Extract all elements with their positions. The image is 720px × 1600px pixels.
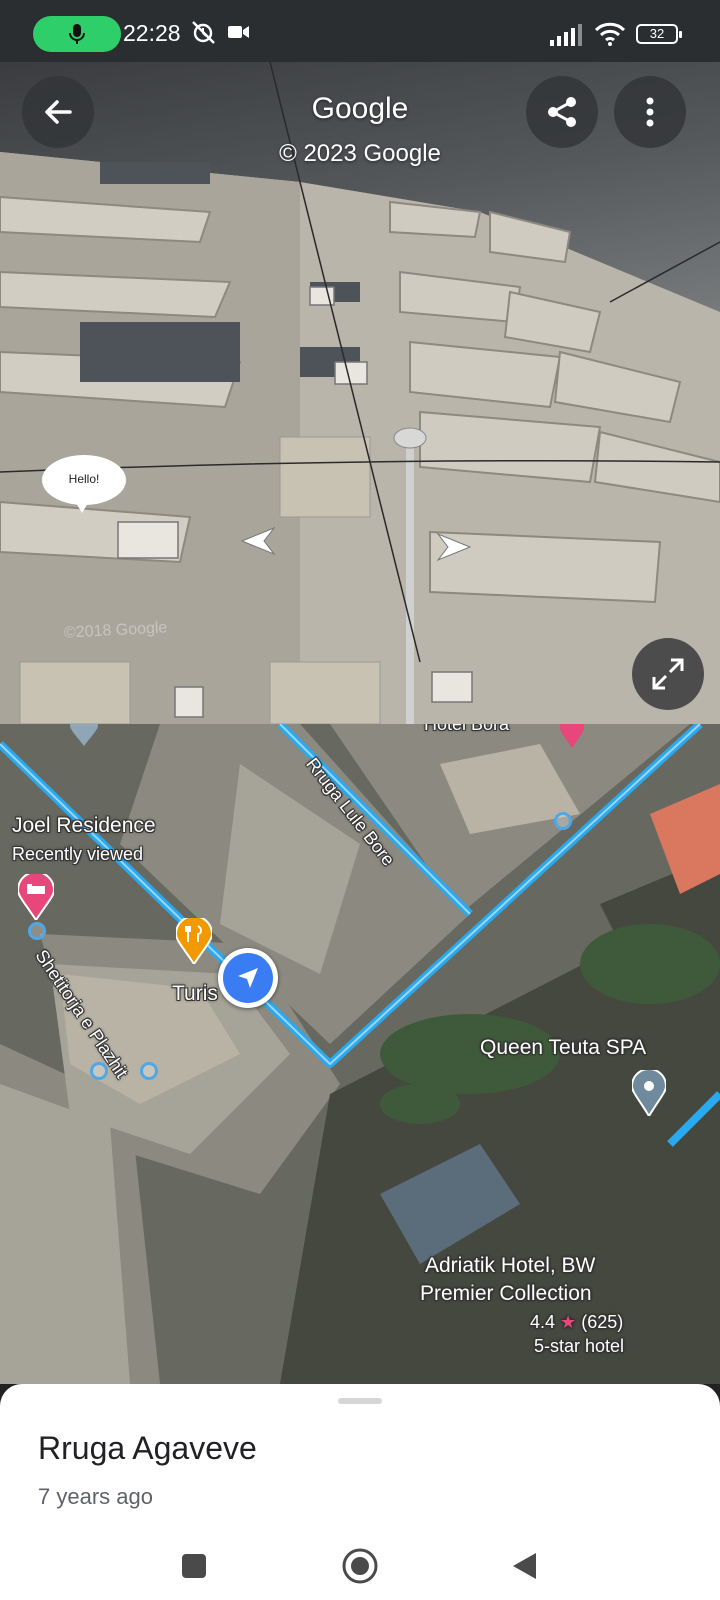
queen-teuta-spa-label[interactable]: Queen Teuta SPA (480, 1036, 646, 1060)
place-info-sheet[interactable]: Rruga Agaveve 7 years ago (0, 1384, 720, 1600)
hotel-pin-icon[interactable] (18, 874, 54, 920)
home-button[interactable] (336, 1542, 384, 1590)
system-navigation-bar (0, 1532, 720, 1600)
turis-label[interactable]: Turis (172, 982, 218, 1006)
mic-in-use-indicator[interactable] (33, 16, 121, 52)
capture-date: 7 years ago (38, 1484, 153, 1509)
alarm-off-icon (192, 21, 215, 44)
expand-icon (652, 658, 684, 690)
adriatik-rating: 4.4 ★ (625) (530, 1312, 623, 1333)
restaurant-pin-icon[interactable] (176, 918, 212, 964)
map-pin-icon[interactable] (632, 1070, 666, 1116)
map-pin-icon[interactable] (70, 724, 98, 746)
battery-icon: 32 (636, 24, 682, 44)
hotel-pin-icon[interactable] (560, 724, 584, 748)
recently-viewed-label: Recently viewed (12, 844, 144, 864)
share-icon (548, 97, 576, 127)
clock: 22:28 (123, 20, 181, 46)
adriatik-hotel-label[interactable]: Adriatik Hotel, BW (425, 1254, 595, 1278)
navigate-left-arrow[interactable] (236, 524, 280, 558)
share-button[interactable] (526, 76, 598, 148)
navigate-right-arrow[interactable] (432, 530, 476, 564)
drag-handle[interactable] (338, 1398, 382, 1404)
copyright-text: © 2023 Google (279, 140, 441, 167)
poi-marker[interactable] (90, 1062, 108, 1080)
recents-button[interactable] (170, 1542, 218, 1590)
more-vert-icon (646, 97, 654, 127)
signal-icon (550, 24, 582, 46)
adriatik-category: 5-star hotel (534, 1336, 625, 1356)
recents-square-icon (182, 1554, 206, 1578)
current-location-marker[interactable] (218, 948, 278, 1008)
street-view-panorama[interactable]: Google © 2023 Google Hello! ©2018 Google (0, 62, 720, 724)
hotel-bora-label[interactable]: Hotel Bora (424, 724, 509, 735)
poi-marker[interactable] (554, 812, 572, 830)
wifi-icon (594, 22, 626, 46)
joel-residence-label[interactable]: Joel Residence (12, 814, 156, 838)
star-icon: ★ (560, 1312, 577, 1332)
mic-icon (69, 24, 85, 44)
back-triangle-icon (513, 1553, 536, 1579)
hello-speech-bubble[interactable]: Hello! (42, 455, 126, 513)
place-name: Rruga Agaveve (38, 1430, 257, 1466)
satellite-map[interactable]: Hotel Bora Rruga Lule Bore Joel Residenc… (0, 724, 720, 1384)
back-nav-button[interactable] (500, 1542, 548, 1590)
status-bar: 22:28 32 (0, 0, 720, 62)
adriatik-hotel-label-line2[interactable]: Premier Collection (420, 1282, 592, 1306)
home-circle-icon (342, 1548, 378, 1584)
review-count: (625) (581, 1312, 624, 1332)
poi-marker[interactable] (140, 1062, 158, 1080)
poi-marker[interactable] (28, 922, 46, 940)
street-view-title: Google (311, 92, 409, 125)
video-camera-icon (228, 26, 249, 38)
expand-button[interactable] (632, 638, 704, 710)
more-options-button[interactable] (614, 76, 686, 148)
rating-value: 4.4 (530, 1312, 556, 1332)
navigation-arrow-icon (238, 968, 258, 988)
